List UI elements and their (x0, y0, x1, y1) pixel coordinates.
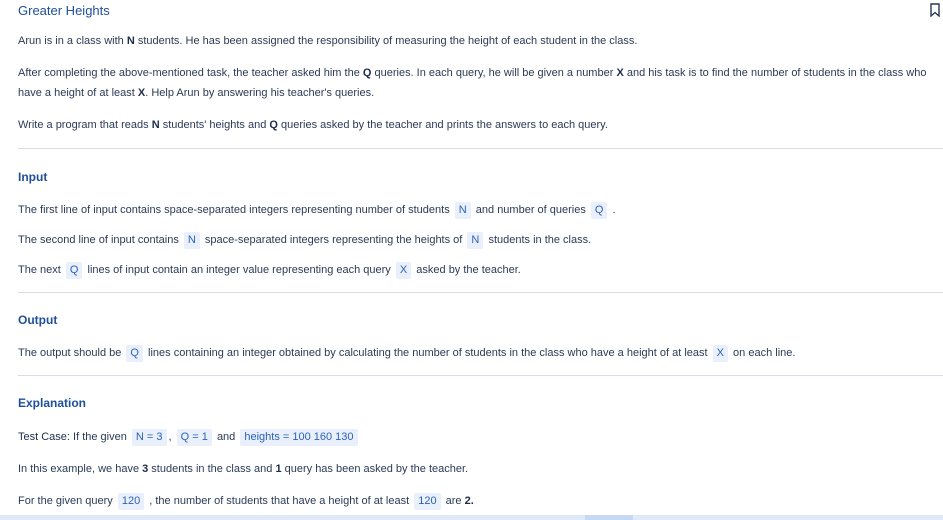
output-line-1: The output should be Q lines containing … (18, 343, 795, 363)
code-x: X (712, 345, 728, 362)
bookmark-icon[interactable] (930, 3, 940, 17)
intro-paragraph-3: Write a program that reads N students' h… (18, 119, 608, 131)
code-n-value: N = 3 (131, 429, 167, 446)
section-divider (18, 375, 943, 376)
code-q: Q (126, 345, 143, 362)
input-line-2: The second line of input contains N spac… (18, 230, 591, 250)
code-n: N (183, 232, 200, 249)
code-q-value: Q = 1 (176, 429, 212, 446)
horizontal-scrollbar[interactable] (0, 515, 943, 520)
section-divider (18, 292, 943, 293)
code-q: Q (590, 202, 608, 219)
code-q: Q (65, 262, 83, 279)
explanation-line-2: For the given query 120 , the number of … (18, 491, 474, 511)
code-heights: heights = 100 160 130 (240, 429, 358, 446)
code-query-value: 120 (117, 493, 145, 510)
input-line-1: The first line of input contains space-s… (18, 200, 616, 220)
code-n: N (454, 202, 471, 219)
explanation-line-1: In this example, we have 3 students in t… (18, 463, 469, 475)
input-line-3: The next Q lines of input contain an int… (18, 260, 521, 280)
test-case-line: Test Case: If the given N = 3, Q = 1 and… (18, 427, 360, 447)
code-query-value: 120 (414, 493, 441, 510)
problem-page: Greater Heights Arun is in a class with … (0, 0, 943, 520)
intro-paragraph-2: After completing the above-mentioned tas… (18, 67, 927, 99)
intro-paragraph-1: Arun is in a class with N students. He h… (18, 35, 638, 47)
section-divider (18, 148, 943, 149)
output-heading: Output (18, 313, 58, 327)
explanation-heading: Explanation (18, 396, 87, 410)
code-n: N (467, 232, 484, 249)
code-x: X (395, 262, 412, 279)
input-heading: Input (18, 170, 48, 184)
problem-title: Greater Heights (18, 3, 110, 18)
scrollbar-thumb[interactable] (585, 515, 633, 520)
